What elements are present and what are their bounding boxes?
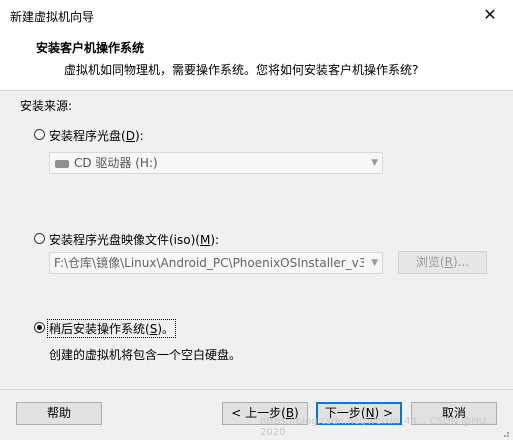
drive-select-value: CD 驱动器 (H:)	[74, 156, 158, 170]
radio-install-iso[interactable]	[34, 233, 45, 244]
resize-grip-icon[interactable]	[500, 428, 510, 438]
close-icon[interactable]: ✕	[478, 4, 502, 26]
install-later-description: 创建的虚拟机将包含一个空白硬盘。	[49, 348, 242, 362]
window-title: 新建虚拟机向导	[10, 10, 95, 24]
page-title: 安装客户机操作系统	[36, 41, 145, 55]
install-source-label: 安装来源:	[20, 99, 73, 113]
install-disc-label[interactable]: 安装程序光盘(D):	[49, 127, 144, 144]
chevron-down-icon: ▼	[371, 258, 378, 268]
iso-path-value: F:\仓库\镜像\Linux\Android_PC\PhoenixOSInsta…	[54, 256, 364, 270]
watermark: https://blog.csdn.net/weixin_44... CSDN …	[260, 416, 496, 438]
help-button[interactable]: 帮助	[16, 402, 102, 425]
iso-path-combo: F:\仓库\镜像\Linux\Android_PC\PhoenixOSInsta…	[49, 252, 383, 274]
page-subtitle: 虚拟机如同物理机，需要操作系统。您将如何安装客户机操作系统?	[64, 63, 419, 77]
disc-drive-icon	[55, 160, 69, 168]
install-iso-label[interactable]: 安装程序光盘映像文件(iso)(M):	[49, 231, 219, 248]
radio-install-later[interactable]	[34, 322, 45, 333]
chevron-down-icon: ▼	[371, 158, 378, 168]
drive-select: CD 驱动器 (H:) ▼	[49, 152, 383, 174]
radio-install-disc[interactable]	[34, 129, 45, 140]
install-later-label[interactable]: 稍后安装操作系统(S)。	[47, 319, 177, 338]
browse-button[interactable]: 浏览(R)...	[398, 251, 487, 274]
footer-divider	[0, 389, 513, 390]
